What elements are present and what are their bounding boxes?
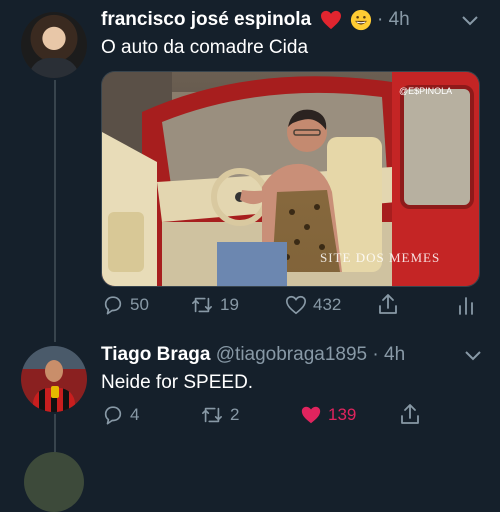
tweet-time[interactable]: · 4h	[372, 344, 405, 365]
avatar[interactable]	[21, 12, 87, 78]
heart-filled-icon	[301, 406, 321, 424]
share-button[interactable]	[399, 402, 427, 426]
tweet-header: francisco josé espinola · 4h	[101, 9, 410, 31]
chevron-down-icon[interactable]	[463, 349, 483, 363]
share-icon	[401, 404, 419, 424]
grinning-face-icon	[350, 9, 371, 31]
reply-icon	[104, 296, 122, 315]
tweet-header: Tiago Braga @tiagobraga1895 · 4h	[101, 344, 405, 366]
share-icon	[379, 294, 397, 314]
chevron-down-icon[interactable]	[460, 14, 480, 28]
thread-line-top	[54, 80, 56, 342]
retweet-button[interactable]: 19	[190, 294, 239, 316]
like-count: 139	[328, 405, 357, 424]
media-watermark-top: @E$PINOLA	[399, 86, 452, 96]
analytics-icon	[459, 297, 473, 315]
tweet-text: O auto da comadre Cida	[101, 37, 309, 58]
share-button[interactable]	[377, 292, 405, 316]
red-heart-icon	[321, 10, 342, 30]
retweet-count: 2	[230, 405, 240, 424]
reply-count: 4	[130, 405, 140, 424]
reply-count: 50	[130, 295, 149, 314]
retweet-icon	[192, 297, 212, 313]
car-photo: @E$PINOLA SITE DOS MEMES	[102, 72, 479, 286]
media-watermark-bottom: SITE DOS MEMES	[320, 250, 440, 265]
reply-icon	[104, 406, 122, 425]
display-name[interactable]: francisco josé espinola	[101, 9, 311, 30]
tweet-time[interactable]: · 4h	[377, 9, 410, 30]
retweet-count: 19	[220, 295, 239, 314]
heart-icon	[286, 295, 306, 315]
analytics-button[interactable]	[457, 294, 481, 316]
like-count: 432	[313, 295, 342, 314]
retweet-button[interactable]: 2	[200, 404, 239, 426]
tweet-media-image[interactable]: @E$PINOLA SITE DOS MEMES	[101, 71, 480, 287]
like-button[interactable]: 139	[300, 404, 356, 426]
display-name[interactable]: Tiago Braga	[101, 344, 210, 365]
like-button[interactable]: 432	[285, 294, 341, 316]
thread-line-bottom	[54, 414, 56, 454]
reply-button[interactable]: 50	[102, 294, 149, 316]
retweet-icon	[202, 407, 222, 423]
reply-button[interactable]: 4	[102, 404, 139, 426]
avatar[interactable]	[24, 452, 84, 512]
tweet-text: Neide for SPEED.	[101, 372, 254, 393]
user-handle[interactable]: @tiagobraga1895	[216, 344, 367, 365]
avatar[interactable]	[21, 346, 87, 412]
